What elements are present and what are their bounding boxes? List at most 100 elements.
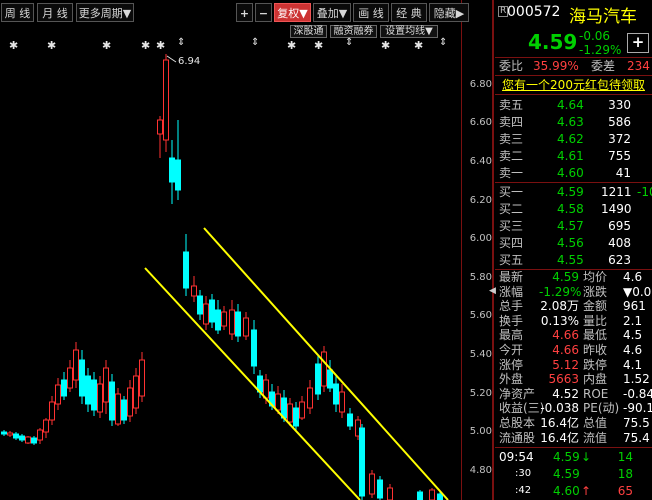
tick-volume: 18	[617, 467, 633, 481]
stat-value: 4.66	[552, 328, 579, 343]
candle-body	[369, 473, 375, 495]
candle-body	[251, 329, 257, 367]
channel-upper-line	[203, 227, 449, 500]
stat-value: 5663	[548, 372, 579, 387]
candle-body	[55, 384, 61, 405]
candle-body	[387, 487, 393, 500]
stat-label: 流值	[583, 430, 608, 445]
stat-value: 4.52	[552, 386, 579, 401]
candle-body	[13, 433, 19, 439]
zoom-out-button[interactable]: −	[255, 3, 272, 22]
stat-row: 最新 4.59 均价 4.6	[495, 270, 652, 285]
event-star-icon[interactable]: ✱	[287, 39, 296, 52]
stat-value: 4.6	[623, 343, 643, 357]
buy4-price: 4.56	[557, 236, 584, 250]
event-arrow-icon[interactable]: ⇕	[251, 37, 259, 48]
stat-label: 内盘	[583, 372, 608, 387]
draw-line-button[interactable]: 画 线	[353, 3, 389, 22]
hk-connect-button[interactable]: 深股通	[290, 25, 327, 38]
candle-body	[109, 381, 115, 421]
classic-button[interactable]: 经 典	[391, 3, 427, 22]
event-star-icon[interactable]: ✱	[47, 39, 56, 52]
sell3-price: 4.62	[557, 132, 584, 146]
candle-body	[73, 349, 79, 381]
event-star-icon[interactable]: ✱	[141, 39, 150, 52]
candle-body	[31, 437, 37, 444]
sell4-volume: 586	[608, 115, 631, 129]
buy2-volume: 1490	[601, 202, 632, 216]
event-star-icon[interactable]: ✱	[102, 39, 111, 52]
tick-time: :30	[515, 468, 532, 479]
stat-value: 4.1	[623, 357, 643, 372]
stat-value: 16.4亿	[540, 430, 579, 445]
current-price: 4.59	[528, 30, 578, 54]
candle-body	[293, 407, 299, 427]
tick-arrow-icon: ↑	[581, 484, 592, 498]
event-arrow-icon[interactable]: ⇕	[345, 37, 353, 48]
candle-body	[183, 251, 189, 289]
max-price-label: 6.94	[178, 56, 200, 67]
overlay-dropdown[interactable]: 叠加▼	[313, 3, 351, 22]
collapse-handle-icon[interactable]: ◀	[489, 283, 497, 299]
candle-body	[157, 119, 163, 135]
candle-body	[115, 393, 121, 425]
hide-panel-button[interactable]: 隐藏▶	[429, 3, 469, 22]
candle-body	[287, 403, 293, 423]
candle-body	[139, 359, 145, 397]
buy4-volume: 408	[608, 236, 631, 250]
more-periods-dropdown[interactable]: 更多周期▼	[76, 3, 134, 22]
buy2-label: 买二	[499, 202, 524, 216]
stat-row: 总手 2.08万 金额 961	[495, 299, 652, 314]
candle-body	[377, 479, 383, 499]
event-star-icon[interactable]: ✱	[314, 39, 323, 52]
sell1-label: 卖一	[499, 166, 524, 180]
y-axis-label: 6.00	[469, 233, 492, 244]
y-axis-label: 5.60	[469, 310, 492, 321]
event-star-icon[interactable]: ✱	[9, 39, 18, 52]
candle-body	[85, 375, 91, 405]
stat-value: 4.5	[623, 328, 643, 343]
candle-body	[127, 387, 133, 417]
candle-body	[61, 379, 67, 397]
stat-row: 今开 4.66 昨收 4.6	[495, 343, 652, 358]
candle-body	[197, 295, 203, 315]
event-star-icon[interactable]: ✱	[381, 39, 390, 52]
candle-body	[133, 375, 139, 409]
stat-label: 换手	[499, 313, 524, 328]
stat-label: 收益(三)	[499, 401, 545, 416]
stat-label: 总股本	[499, 416, 536, 430]
margin-trading-button[interactable]: 融资融券	[330, 25, 377, 38]
candle-body	[121, 399, 127, 421]
y-axis-label: 5.80	[469, 272, 492, 283]
set-ma-dropdown[interactable]: 设置均线▼	[380, 25, 438, 38]
sell2-label: 卖二	[499, 149, 524, 163]
monthly-button[interactable]: 月 线	[37, 3, 73, 22]
adjust-rights-dropdown[interactable]: 复权▼	[274, 3, 311, 22]
event-arrow-icon[interactable]: ⇕	[439, 37, 447, 48]
event-arrow-icon[interactable]: ⇕	[177, 37, 185, 48]
candle-body	[191, 285, 197, 297]
add-watchlist-button[interactable]: +	[627, 33, 649, 53]
candle-body	[327, 369, 333, 389]
candlestick-chart[interactable]: 6.94	[0, 0, 462, 500]
stat-label: 涨幅	[499, 284, 524, 299]
stat-label: 量比	[583, 313, 608, 328]
event-star-icon[interactable]: ✱	[414, 39, 423, 52]
candle-body	[67, 367, 73, 389]
price-change: -0.06	[579, 29, 611, 43]
stat-row: 净资产 4.52 ROE -0.84	[495, 387, 652, 402]
stat-value: 16.4亿	[540, 416, 579, 430]
stat-label: 流通股	[499, 430, 536, 445]
sell3-volume: 372	[608, 132, 631, 146]
stat-label: 金额	[583, 299, 608, 314]
weekly-button[interactable]: 周 线	[1, 3, 34, 22]
buy1-price: 4.59	[557, 185, 584, 199]
sell2-volume: 755	[608, 149, 631, 163]
promo-link[interactable]: 您有一个200元红包待领取	[502, 78, 645, 92]
candle-body	[163, 59, 169, 141]
stat-value: -0.038	[540, 401, 579, 416]
event-star-icon[interactable]: ✱	[156, 39, 165, 52]
stat-value: 961	[623, 299, 646, 314]
weicha-value: 234	[627, 59, 650, 73]
zoom-in-button[interactable]: +	[236, 3, 253, 22]
